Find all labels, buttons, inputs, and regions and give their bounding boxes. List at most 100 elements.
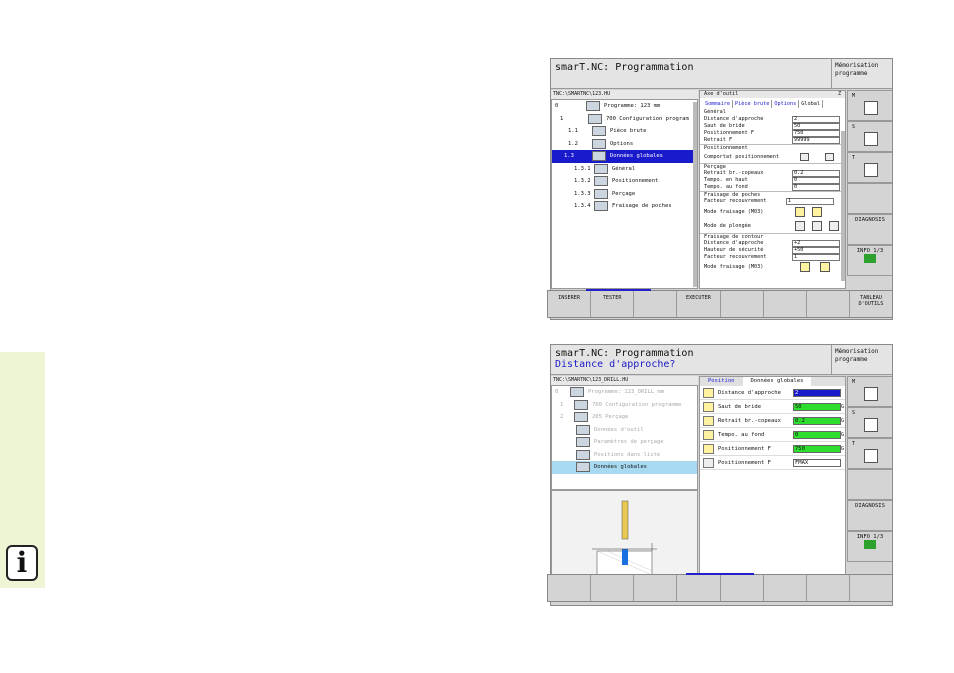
tempo-fond-field[interactable]: 0 bbox=[792, 184, 840, 191]
tree-item[interactable]: 1.3.2 Positionnement bbox=[552, 175, 697, 188]
field-row: Retrait F 99999 bbox=[700, 137, 845, 144]
vertical-softkeys: M S T DIAGNOSIS INFO 1/3 bbox=[847, 376, 892, 562]
general-icon bbox=[594, 163, 608, 174]
empty-softkey[interactable] bbox=[807, 575, 850, 601]
contour-distance-field[interactable]: +2 bbox=[792, 240, 840, 247]
empty-softkey[interactable] bbox=[721, 291, 764, 317]
distance-approche-field[interactable]: 2 bbox=[792, 116, 840, 123]
t-function-key[interactable]: T bbox=[847, 438, 892, 469]
tool-data-icon bbox=[576, 424, 590, 435]
field-row: Positionnement F FMAX bbox=[700, 456, 845, 470]
tree-scrollbar[interactable] bbox=[693, 102, 697, 287]
reciprocate-plunge-icon[interactable] bbox=[812, 221, 822, 231]
tree-item[interactable]: 1.3.1 Général bbox=[552, 163, 697, 176]
softkey-bar-1: INSERER TESTER EXECUTER TABLEAU D'OUTILS bbox=[547, 290, 893, 318]
tool-table-softkey[interactable]: TABLEAU D'OUTILS bbox=[850, 291, 892, 317]
tab-global[interactable]: Global bbox=[799, 100, 823, 108]
field-row: Distance d'approche +2 bbox=[700, 240, 845, 247]
empty-softkey[interactable] bbox=[548, 575, 592, 601]
tab-sommaire[interactable]: Sommaire bbox=[703, 100, 733, 108]
tree-item[interactable]: Données d'outil bbox=[552, 424, 697, 437]
rapid-feed-icon bbox=[703, 458, 714, 468]
approach-distance-field[interactable]: 2 bbox=[793, 389, 841, 397]
tree-item[interactable]: 1.3.4 Fraisage de poches bbox=[552, 200, 697, 213]
m-function-key[interactable]: M bbox=[847, 90, 892, 121]
tree-item[interactable]: 1.2 Options bbox=[552, 138, 697, 151]
s-function-key[interactable]: S bbox=[847, 407, 892, 438]
execute-softkey[interactable]: EXECUTER bbox=[677, 291, 721, 317]
config-icon bbox=[588, 113, 602, 124]
tree-item[interactable]: Positions dans liste bbox=[552, 449, 697, 462]
contour-facteur-field[interactable]: 1 bbox=[792, 254, 840, 261]
conventional-milling-icon[interactable] bbox=[820, 262, 830, 272]
saut-bride-field[interactable]: 50 bbox=[792, 123, 840, 130]
diagnosis-key[interactable]: DIAGNOSIS bbox=[847, 214, 892, 245]
tab-piece-brute[interactable]: Pièce brute bbox=[733, 100, 773, 108]
field-row: Facteur recouvrement 1 bbox=[700, 198, 845, 205]
tree-item[interactable]: 1 700 Configuration programme bbox=[552, 399, 697, 412]
field-row: Positionnement F 750 bbox=[700, 130, 845, 137]
insert-softkey[interactable]: INSERER bbox=[548, 291, 592, 317]
s-function-key[interactable]: S bbox=[847, 121, 892, 152]
spindle-icon bbox=[864, 387, 878, 401]
tree-item[interactable]: 0 Programme: 123_DRILL mm bbox=[552, 386, 697, 399]
climb-milling-icon[interactable] bbox=[800, 262, 810, 272]
retrait-copeaux-field[interactable]: 0.2 bbox=[792, 170, 840, 177]
file-path: TNC:\SMARTNC\123.HU bbox=[551, 90, 698, 99]
empty-softkey[interactable] bbox=[764, 291, 807, 317]
tempo-fond-field[interactable]: 0 bbox=[793, 431, 841, 439]
header: smarT.NC: Programmation Distance d'appro… bbox=[551, 345, 831, 375]
test-softkey[interactable]: TESTER bbox=[591, 291, 635, 317]
empty-softkey[interactable] bbox=[634, 575, 678, 601]
climb-milling-icon[interactable] bbox=[795, 207, 805, 217]
field-row: Saut de bride 50 bbox=[700, 123, 845, 130]
options-icon bbox=[592, 138, 606, 149]
hauteur-securite-field[interactable]: +50 bbox=[792, 247, 840, 254]
field-row: Distance d'approche 2 bbox=[700, 386, 845, 400]
tree-item-selected[interactable]: 1.3 Données globales bbox=[552, 150, 697, 163]
form-tabs: Position Données globales bbox=[700, 377, 845, 386]
conventional-milling-icon[interactable] bbox=[812, 207, 822, 217]
tree-item[interactable]: Paramètres de perçage bbox=[552, 436, 697, 449]
empty-softkey[interactable] bbox=[721, 575, 764, 601]
empty-softkey[interactable] bbox=[850, 575, 892, 601]
empty-key[interactable] bbox=[847, 469, 892, 500]
tree-item[interactable]: 0 Programme: 123 mm bbox=[552, 100, 697, 113]
facteur-field[interactable]: 1 bbox=[786, 198, 834, 205]
empty-key[interactable] bbox=[847, 183, 892, 214]
empty-softkey[interactable] bbox=[591, 575, 635, 601]
empty-softkey[interactable] bbox=[677, 575, 721, 601]
empty-softkey[interactable] bbox=[634, 291, 678, 317]
tab-global-data[interactable]: Données globales bbox=[742, 377, 812, 386]
feed-rate-icon bbox=[703, 444, 714, 454]
t-function-key[interactable]: T bbox=[847, 152, 892, 183]
diagnosis-key[interactable]: DIAGNOSIS bbox=[847, 500, 892, 531]
retrait-f-field[interactable]: 99999 bbox=[792, 137, 840, 144]
form-scrollbar[interactable] bbox=[841, 131, 845, 281]
tree-item[interactable]: 1.3.3 Perçage bbox=[552, 188, 697, 201]
empty-softkey[interactable] bbox=[764, 575, 807, 601]
positionnement-f-field[interactable]: 750 bbox=[793, 445, 841, 453]
tab-options[interactable]: Options bbox=[772, 100, 800, 108]
softkey-level-indicator bbox=[586, 289, 651, 291]
retrait-copeaux-field[interactable]: 0.2 bbox=[793, 417, 841, 425]
tree-item[interactable]: 1.1 Pièce brute bbox=[552, 125, 697, 138]
save-program-button[interactable]: Mémorisation programme bbox=[831, 59, 892, 89]
vertical-plunge-icon[interactable] bbox=[829, 221, 839, 231]
tree-item-selected[interactable]: Données globales bbox=[552, 461, 697, 474]
positionnement-fmax-field[interactable]: FMAX bbox=[793, 459, 841, 467]
m-function-key[interactable]: M bbox=[847, 376, 892, 407]
info-key[interactable]: INFO 1/3 bbox=[847, 531, 892, 562]
save-program-button[interactable]: Mémorisation programme bbox=[831, 345, 892, 375]
info-key[interactable]: INFO 1/3 bbox=[847, 245, 892, 276]
saut-bride-field[interactable]: 50 bbox=[793, 403, 841, 411]
tree-item[interactable]: 2 205 Perçage bbox=[552, 411, 697, 424]
positionnement-f-field[interactable]: 750 bbox=[792, 130, 840, 137]
helix-plunge-icon[interactable] bbox=[795, 221, 805, 231]
tempo-haut-field[interactable]: 0 bbox=[792, 177, 840, 184]
tab-position[interactable]: Position bbox=[700, 377, 743, 386]
empty-softkey[interactable] bbox=[807, 291, 850, 317]
tree-item[interactable]: 1 700 Configuration program bbox=[552, 113, 697, 126]
position-mode-icon[interactable] bbox=[800, 153, 809, 161]
position-mode-icon[interactable] bbox=[825, 153, 834, 161]
